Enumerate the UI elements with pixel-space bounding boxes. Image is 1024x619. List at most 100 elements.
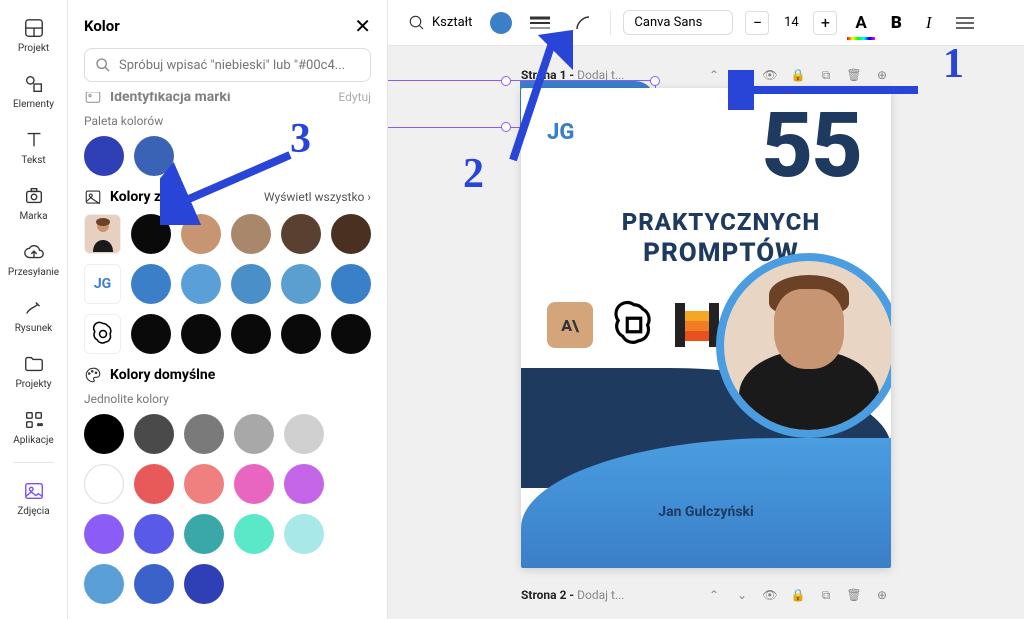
swatch[interactable] [131, 264, 171, 304]
canvas-area: Kształt Canva Sans − 14 + A B I Strona 1… [388, 0, 1024, 619]
canvas-scroll[interactable]: Strona 1 - Dodaj t... ⌃ ⌄ 👁 🔒 ⧉ 🗑 ⊕ ✎ [388, 46, 1024, 619]
font-increase-button[interactable]: + [813, 11, 837, 35]
swatch[interactable] [184, 564, 224, 604]
close-icon[interactable]: ✕ [354, 14, 371, 38]
font-selector[interactable]: Canva Sans [623, 10, 733, 35]
context-toolbar: Kształt Canva Sans − 14 + A B I [388, 0, 1024, 46]
mistral-logo-icon[interactable] [675, 303, 719, 347]
anthropic-badge[interactable]: A\ [547, 302, 593, 348]
palette-icon [84, 366, 102, 384]
rail-divider [14, 462, 54, 463]
folder-icon [22, 352, 46, 376]
text-color-button[interactable]: A [849, 9, 872, 37]
draw-icon [22, 296, 46, 320]
bold-button[interactable]: B [885, 9, 908, 37]
swatch[interactable] [84, 514, 124, 554]
swatch[interactable] [84, 136, 124, 176]
circle-search-icon [408, 14, 426, 32]
palette-caption: Paleta kolorów [84, 114, 371, 128]
rail-marka[interactable]: Marka [0, 176, 67, 230]
swatch[interactable] [134, 414, 174, 454]
text-icon [22, 128, 46, 152]
author-photo[interactable] [716, 253, 891, 438]
swatch[interactable] [184, 514, 224, 554]
italic-button[interactable]: I [920, 9, 938, 37]
default-palette [84, 414, 371, 604]
swatch[interactable] [331, 314, 371, 354]
swatch[interactable] [84, 414, 124, 454]
chevron-down-icon[interactable]: ⌄ [733, 586, 751, 604]
photo-ref-person[interactable] [84, 214, 121, 254]
rail-apps[interactable]: Aplikacje [0, 400, 67, 454]
headline-line1[interactable]: PRAKTYCZNYCH [581, 208, 861, 236]
swatch[interactable] [84, 464, 124, 504]
brand-edit-link[interactable]: Edytuj [338, 92, 371, 104]
cloud-upload-icon [22, 240, 46, 264]
swatch[interactable] [331, 264, 371, 304]
swatch[interactable] [131, 314, 171, 354]
swatch[interactable] [181, 314, 221, 354]
swatch[interactable] [231, 314, 271, 354]
chevron-up-icon[interactable]: ⌃ [705, 66, 723, 84]
more-options-button[interactable] [950, 12, 980, 34]
swatch[interactable] [281, 314, 321, 354]
photo-ref-jg[interactable]: JG [84, 264, 121, 304]
separator [610, 11, 611, 35]
author-name[interactable]: Jan Gulczyński [521, 504, 891, 520]
font-decrease-button[interactable]: − [745, 11, 769, 35]
swatch[interactable] [134, 564, 174, 604]
shape-tool[interactable]: Kształt [402, 10, 478, 36]
swatch[interactable] [234, 464, 274, 504]
lock-icon[interactable]: 🔒 [789, 586, 807, 604]
shapes-icon [22, 72, 46, 96]
color-panel: Kolor ✕ Identyfikacja marki Edytuj Palet… [68, 0, 388, 619]
search-input[interactable] [119, 58, 360, 73]
annotation-arrow-1 [728, 70, 928, 110]
hamburger-icon [956, 16, 974, 30]
side-rail: Projekt Elementy Tekst Marka Przesyłanie… [0, 0, 68, 619]
swatch[interactable] [181, 264, 221, 304]
rail-tekst[interactable]: Tekst [0, 120, 67, 174]
page-1[interactable]: JG 55 PRAKTYCZNYCH PROMPTÓW A\ [521, 88, 891, 568]
swatch[interactable] [331, 214, 371, 254]
rail-projekt[interactable]: Projekt [0, 8, 67, 62]
rail-upload[interactable]: Przesyłanie [0, 232, 67, 286]
swatch[interactable] [281, 264, 321, 304]
chevron-up-icon[interactable]: ⌃ [705, 586, 723, 604]
rail-elementy[interactable]: Elementy [0, 64, 67, 118]
solid-caption: Jednolite kolory [84, 392, 371, 406]
swatch[interactable] [284, 514, 324, 554]
swatch[interactable] [231, 264, 271, 304]
apps-icon [22, 408, 46, 432]
swatch[interactable] [284, 414, 324, 454]
search-icon [95, 57, 111, 73]
photo-ref-openai[interactable] [84, 314, 121, 354]
lines-icon [530, 16, 550, 30]
trash-icon[interactable]: 🗑 [845, 586, 863, 604]
default-colors-title: Kolory domyślne [84, 366, 215, 384]
swatch[interactable] [234, 414, 274, 454]
font-size-control: − 14 + [745, 11, 837, 35]
font-size-value[interactable]: 14 [777, 15, 805, 30]
rail-photos[interactable]: Zdjęcia [0, 471, 67, 525]
corner-icon [574, 14, 592, 32]
swatch[interactable] [234, 514, 274, 554]
openai-logo-icon[interactable] [607, 298, 661, 352]
swatch[interactable] [134, 514, 174, 554]
rail-draw[interactable]: Rysunek [0, 288, 67, 342]
brand-small-icon [84, 92, 102, 106]
add-page-icon[interactable]: ⊕ [873, 586, 891, 604]
resize-handle[interactable] [650, 76, 660, 86]
swatch[interactable] [184, 464, 224, 504]
swatch[interactable] [84, 564, 124, 604]
layout-icon [22, 16, 46, 40]
brand-icon [22, 184, 46, 208]
page-2-label[interactable]: Strona 2 - Dodaj t... [521, 588, 624, 602]
eye-off-icon[interactable]: 👁 [761, 586, 779, 604]
swatch[interactable] [134, 464, 174, 504]
color-search[interactable] [84, 48, 371, 82]
duplicate-icon[interactable]: ⧉ [817, 586, 835, 604]
swatch[interactable] [284, 464, 324, 504]
rail-projekty[interactable]: Projekty [0, 344, 67, 398]
swatch[interactable] [184, 414, 224, 454]
